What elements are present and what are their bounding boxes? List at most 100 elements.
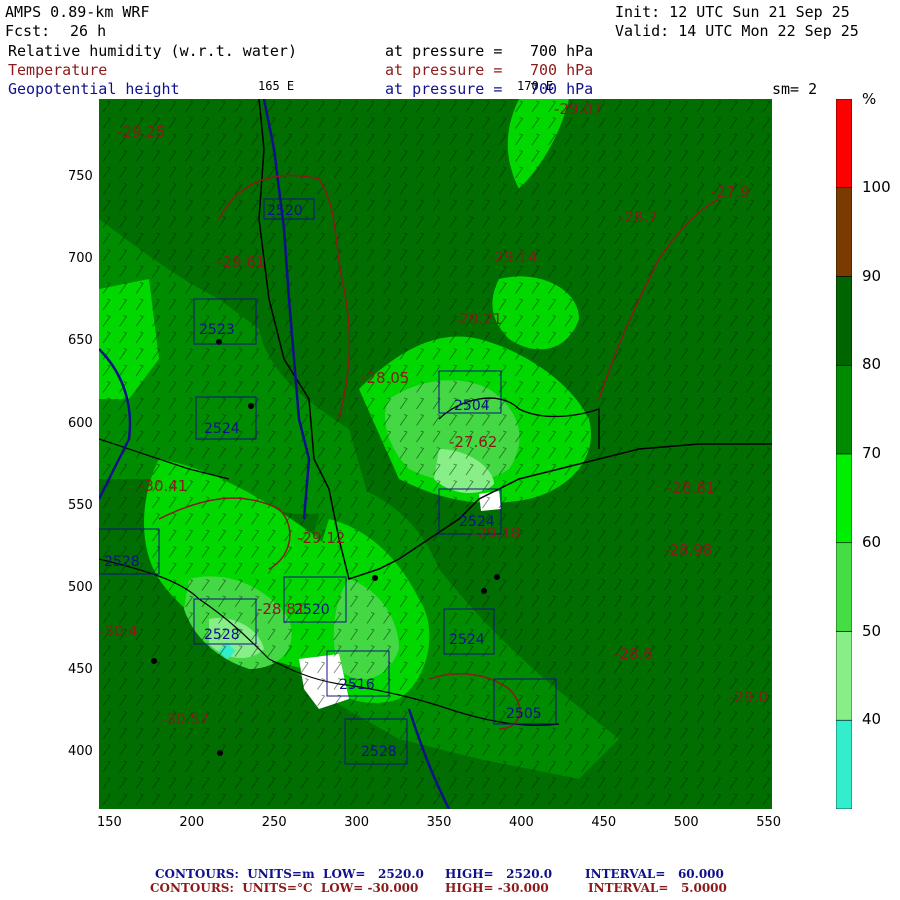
station-dot xyxy=(481,588,487,594)
pressure-label-1: at pressure = xyxy=(385,42,503,60)
colorbar-tick-label: 90 xyxy=(862,266,882,285)
svg-text:-29.14: -29.14 xyxy=(489,248,537,266)
colorbar-segment xyxy=(836,542,852,632)
colorbar-unit: % xyxy=(862,90,877,108)
model-title: AMPS 0.89-km WRF xyxy=(5,3,150,21)
forecast-label: Fcst: xyxy=(5,22,51,40)
colorbar-tick-label: 70 xyxy=(862,444,882,462)
forecast-hour: 26 h xyxy=(70,22,107,40)
footer-contours-label: CONTOURS: xyxy=(150,881,234,895)
x-tick-label: 500 xyxy=(673,815,699,830)
y-tick-label: 650 xyxy=(68,333,93,349)
colorbar-segment xyxy=(836,187,852,277)
svg-text:-29.0: -29.0 xyxy=(729,688,768,706)
y-tick-label: 700 xyxy=(68,251,93,267)
wind-barbs xyxy=(99,99,772,809)
svg-text:-30.41: -30.41 xyxy=(139,477,187,495)
pressure-label-2: at pressure = xyxy=(385,61,503,79)
y-tick-label: 400 xyxy=(68,744,93,760)
pressure-label-3: at pressure = xyxy=(385,80,503,98)
station-dot xyxy=(248,403,254,409)
x-tick-label: 400 xyxy=(509,815,534,830)
x-tick-label: 200 xyxy=(179,815,205,830)
footer-contours-height-high: HIGH= 2520.0 xyxy=(445,867,552,881)
y-tick-label: 450 xyxy=(68,662,93,678)
colorbar xyxy=(836,99,852,809)
colorbar-tick-label: 60 xyxy=(862,532,882,551)
svg-text:-30.57: -30.57 xyxy=(161,710,209,728)
h-box-label: 2528 xyxy=(104,554,140,570)
station-dot xyxy=(494,574,500,580)
footer-units: UNITS=°C xyxy=(242,881,313,895)
field-temperature: Temperature xyxy=(8,61,108,79)
h-box-label: 2504 xyxy=(454,398,490,414)
svg-text:-29.12: -29.12 xyxy=(297,529,345,547)
footer-high-value: 2520.0 xyxy=(506,867,553,881)
footer-contours-height: CONTOURS: UNITS=m LOW= 2520.0 xyxy=(155,867,424,881)
y-tick-label: 750 xyxy=(68,169,93,184)
colorbar-segment xyxy=(836,364,852,455)
colorbar-segment xyxy=(836,719,852,809)
h-box-label: 2523 xyxy=(199,322,235,338)
footer-low-value: -30.000 xyxy=(367,881,419,895)
footer-low-label: LOW= xyxy=(320,881,364,895)
y-tick-label: 500 xyxy=(68,580,93,595)
footer-contours-label: CONTOURS: xyxy=(155,867,239,881)
h-box-label: 2524 xyxy=(449,632,485,648)
colorbar-segment xyxy=(836,631,852,721)
y-tick-label: 600 xyxy=(68,415,93,431)
svg-text:-28.05: -28.05 xyxy=(361,369,409,387)
y-tick-label: 550 xyxy=(68,497,93,513)
svg-text:-28.81: -28.81 xyxy=(667,479,715,497)
footer-low-label: LOW= xyxy=(323,867,366,881)
x-tick-label: 450 xyxy=(591,815,617,830)
station-dot xyxy=(217,750,223,756)
svg-text:-28.7: -28.7 xyxy=(619,208,658,226)
h-box-label: 2528 xyxy=(361,744,397,760)
station-dot xyxy=(372,575,378,581)
x-tick-label: 350 xyxy=(426,815,452,830)
svg-text:-29.18: -29.18 xyxy=(472,524,520,542)
footer-high-label: HIGH= xyxy=(445,881,494,895)
colorbar-segment xyxy=(836,99,852,189)
x-tick-label: 250 xyxy=(261,815,287,830)
field-rh: Relative humidity (w.r.t. water) xyxy=(8,42,297,60)
svg-text:-29.61: -29.61 xyxy=(217,253,265,271)
h-box-label: 2505 xyxy=(506,706,542,722)
svg-text:-28.81: -28.81 xyxy=(257,600,305,618)
footer-high-value: -30.000 xyxy=(497,881,549,895)
svg-text:-28.98: -28.98 xyxy=(664,541,712,559)
h-box-label: 2520 xyxy=(267,203,303,219)
colorbar-tick-label: 100 xyxy=(862,177,891,196)
colorbar-tick-label: 40 xyxy=(862,710,882,729)
pressure-value-1: 700 hPa xyxy=(530,42,594,60)
smoothing-label: sm= 2 xyxy=(772,80,818,98)
footer-contours-height-interval: INTERVAL= 60.000 xyxy=(585,867,724,881)
colorbar-segment xyxy=(836,453,852,544)
x-tick-label: 150 xyxy=(97,815,122,830)
init-time: Init: 12 UTC Sun 21 Sep 25 xyxy=(615,3,850,21)
colorbar-tick-label: 80 xyxy=(862,355,882,374)
lon-label-165e: 165 E xyxy=(258,79,295,93)
svg-text:-27.62: -27.62 xyxy=(449,433,497,451)
colorbar-segment xyxy=(836,276,852,366)
valid-time: Valid: 14 UTC Mon 22 Sep 25 xyxy=(615,22,859,40)
footer-contours-temp-high: HIGH= -30.000 xyxy=(445,881,549,895)
colorbar-tick-label: 50 xyxy=(862,621,882,640)
svg-text:-29.25: -29.25 xyxy=(117,123,165,141)
svg-text:-28.6: -28.6 xyxy=(614,645,653,663)
h-box-label: 2516 xyxy=(339,677,375,693)
field-geopotential: Geopotential height xyxy=(8,80,180,98)
svg-text:-30.4: -30.4 xyxy=(99,622,138,640)
footer-contours-temp-interval: INTERVAL= 5.0000 xyxy=(588,881,727,895)
footer-low-value: 2520.0 xyxy=(377,867,424,881)
x-tick-label: 300 xyxy=(344,815,370,830)
footer-units: UNITS=m xyxy=(247,867,315,881)
footer-contours-temp: CONTOURS: UNITS=°C LOW= -30.000 xyxy=(150,881,418,895)
svg-text:-27.9: -27.9 xyxy=(711,183,750,201)
h-box-label: 2524 xyxy=(204,421,240,437)
footer-interval-label: INTERVAL= xyxy=(585,867,666,881)
footer-high-label: HIGH= xyxy=(445,867,494,881)
lon-label-170e: 170 E xyxy=(517,79,554,93)
footer-interval-label: INTERVAL= xyxy=(588,881,669,895)
